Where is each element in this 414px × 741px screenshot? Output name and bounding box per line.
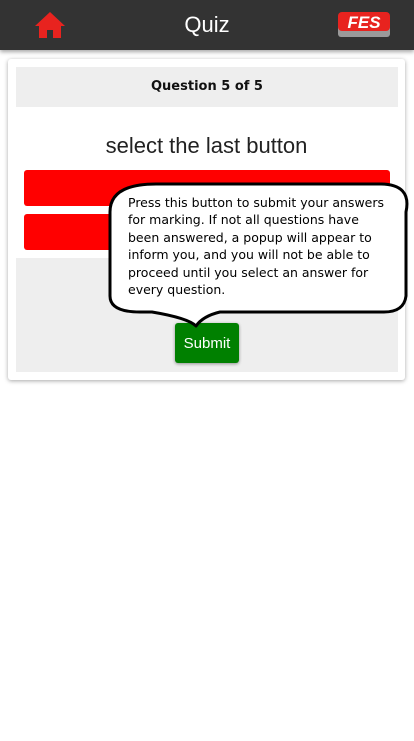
question-prompt: select the last button: [105, 133, 308, 158]
submit-button[interactable]: Submit: [175, 323, 239, 363]
answer-button-2[interactable]: [24, 214, 390, 250]
fes-logo: FES: [338, 12, 390, 37]
answer-button-1[interactable]: [24, 170, 390, 206]
top-bar: Quiz FES: [0, 0, 414, 50]
quiz-card: Question 5 of 5 select the last button S…: [8, 59, 405, 380]
question-counter: Question 5 of 5: [16, 67, 398, 107]
svg-text:FES: FES: [347, 13, 381, 32]
